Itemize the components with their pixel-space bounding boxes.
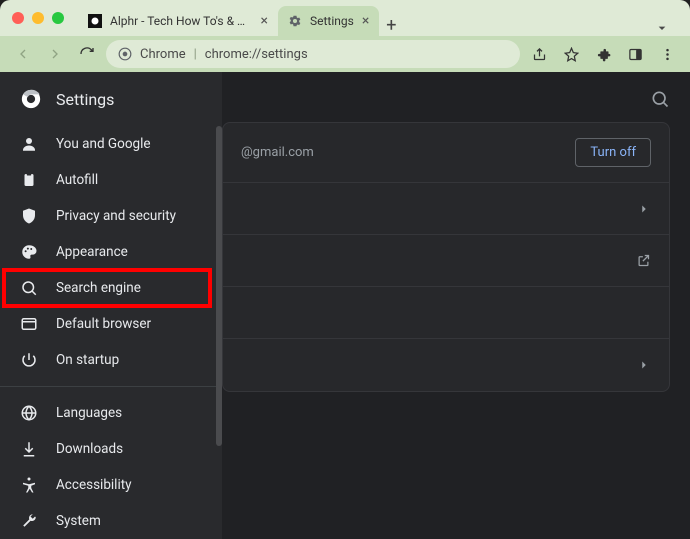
sync-account-row[interactable]: @gmail.com Turn off — [223, 123, 669, 183]
sidebar-item-downloads[interactable]: Downloads — [0, 431, 222, 467]
sidebar-item-label: Downloads — [56, 441, 123, 457]
sidebar-item-label: Languages — [56, 405, 122, 421]
chrome-product-icon — [118, 47, 132, 61]
traffic-lights — [12, 12, 64, 24]
sidebar-item-label: Search engine — [56, 280, 141, 296]
sidebar-item-label: You and Google — [56, 136, 151, 152]
bookmark-button[interactable] — [558, 41, 584, 67]
maximize-window-button[interactable] — [52, 12, 64, 24]
clipboard-icon — [20, 171, 38, 189]
search-icon — [20, 279, 38, 297]
person-icon — [20, 135, 38, 153]
gear-icon — [288, 14, 302, 28]
menu-button[interactable] — [654, 41, 680, 67]
search-settings-button[interactable] — [650, 89, 670, 109]
sidebar-item-search-engine[interactable]: Search engine — [0, 270, 222, 306]
back-button[interactable] — [10, 41, 36, 67]
download-icon — [20, 440, 38, 458]
tab-label: Settings — [310, 14, 354, 28]
chrome-logo-icon — [20, 88, 42, 110]
sidebar-item-accessibility[interactable]: Accessibility — [0, 467, 222, 503]
browser-icon — [20, 315, 38, 333]
side-panel-button[interactable] — [622, 41, 648, 67]
card-row[interactable] — [223, 235, 669, 287]
settings-sidebar: You and Google Autofill Privacy and secu… — [0, 72, 222, 539]
tab-dropdown-button[interactable] — [654, 20, 678, 36]
sidebar-item-label: Autofill — [56, 172, 98, 188]
turn-off-sync-button[interactable]: Turn off — [575, 138, 651, 167]
sidebar-separator — [0, 386, 222, 387]
sidebar-item-you-and-google[interactable]: You and Google — [0, 126, 222, 162]
share-button[interactable] — [526, 41, 552, 67]
account-email-fragment: @gmail.com — [241, 145, 314, 160]
sync-card: @gmail.com Turn off — [222, 122, 670, 392]
settings-main: @gmail.com Turn off — [222, 72, 690, 539]
sidebar-item-on-startup[interactable]: On startup — [0, 342, 222, 378]
omnibox-url: chrome://settings — [205, 47, 308, 62]
forward-button[interactable] — [42, 41, 68, 67]
sidebar-item-languages[interactable]: Languages — [0, 395, 222, 431]
reload-button[interactable] — [74, 41, 100, 67]
close-tab-icon[interactable]: × — [362, 13, 369, 29]
sidebar-item-autofill[interactable]: Autofill — [0, 162, 222, 198]
tab-alphr[interactable]: Alphr - Tech How To's & Guide × — [78, 6, 278, 36]
new-tab-button[interactable]: + — [379, 15, 403, 36]
sidebar-item-default-browser[interactable]: Default browser — [0, 306, 222, 342]
sidebar-item-label: Appearance — [56, 244, 128, 260]
close-window-button[interactable] — [12, 12, 24, 24]
page-title: Settings — [56, 90, 114, 109]
sidebar-item-privacy[interactable]: Privacy and security — [0, 198, 222, 234]
accessibility-icon — [20, 476, 38, 494]
alphr-favicon-icon — [88, 14, 102, 28]
tab-label: Alphr - Tech How To's & Guide — [110, 14, 253, 28]
sidebar-item-label: System — [56, 513, 101, 529]
minimize-window-button[interactable] — [32, 12, 44, 24]
close-tab-icon[interactable]: × — [261, 13, 268, 29]
chevron-right-icon — [637, 202, 651, 216]
chevron-right-icon — [637, 358, 651, 372]
extensions-button[interactable] — [590, 41, 616, 67]
globe-icon — [20, 404, 38, 422]
sidebar-item-label: Default browser — [56, 316, 151, 332]
window-titlebar: Alphr - Tech How To's & Guide × Settings… — [0, 0, 690, 36]
sidebar-item-system[interactable]: System — [0, 503, 222, 539]
card-row[interactable] — [223, 183, 669, 235]
open-in-new-icon — [636, 253, 651, 268]
tab-settings[interactable]: Settings × — [278, 6, 379, 36]
sidebar-item-label: On startup — [56, 352, 119, 368]
tab-strip: Alphr - Tech How To's & Guide × Settings… — [78, 0, 678, 36]
settings-appbar: Settings — [0, 72, 690, 126]
sidebar-item-label: Accessibility — [56, 477, 132, 493]
power-icon — [20, 351, 38, 369]
sidebar-item-appearance[interactable]: Appearance — [0, 234, 222, 270]
palette-icon — [20, 243, 38, 261]
address-bar[interactable]: Chrome | chrome://settings — [106, 40, 520, 68]
shield-icon — [20, 207, 38, 225]
card-row[interactable] — [223, 339, 669, 391]
omnibox-divider: | — [194, 47, 197, 62]
sidebar-item-label: Privacy and security — [56, 208, 176, 224]
wrench-icon — [20, 512, 38, 530]
omnibox-scheme: Chrome — [140, 47, 186, 62]
card-row[interactable] — [223, 287, 669, 339]
browser-toolbar: Chrome | chrome://settings — [0, 36, 690, 72]
